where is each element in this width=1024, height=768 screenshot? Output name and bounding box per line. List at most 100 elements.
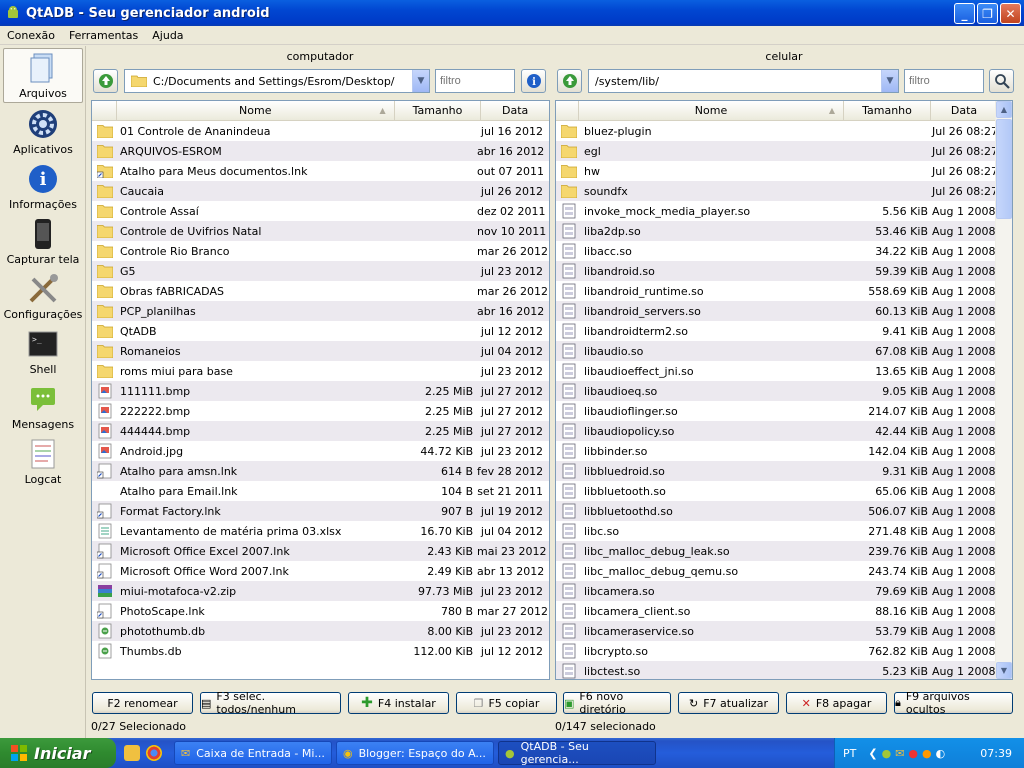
copy-button[interactable]: ❐ F5 copiar [456,692,557,714]
table-row[interactable]: Caucaia jul 26 2012 [92,181,549,201]
header-size[interactable]: Tamanho [844,101,931,121]
table-row[interactable]: 444444.bmp 2.25 MiB jul 27 2012 [92,421,549,441]
table-row[interactable]: Atalho para Email.lnk 104 Bset 21 2011 [92,481,549,501]
table-row[interactable]: libandroid_runtime.so 558.69 KiB Aug 1 200… [556,281,1012,301]
delete-button[interactable]: ✕ F8 apagar [786,692,887,714]
sidebar-item-arquivos[interactable]: Arquivos [3,48,83,103]
table-row[interactable]: libaudioflinger.so 214.07 KiB Aug 1 2008 [556,401,1012,421]
new-folder-button[interactable]: ▣ F6 novo diretório [563,690,671,716]
table-row[interactable]: PCP_planilhas abr 16 2012 [92,301,549,321]
table-row[interactable]: liba2dp.so 53.46 KiB Aug 1 2008 [556,221,1012,241]
header-date[interactable]: Data [481,101,549,121]
sidebar-item-logcat[interactable]: Logcat [3,433,83,488]
scroll-up-arrow[interactable]: ▲ [996,101,1012,118]
table-row[interactable]: Levantamento de matéria prima 03.xlsx 16.… [92,521,549,541]
table-row[interactable]: libc.so 271.48 KiB Aug 1 2008 [556,521,1012,541]
table-row[interactable]: libandroid.so 59.39 KiB Aug 1 2008 [556,261,1012,281]
android-tray-icon[interactable]: ● [882,747,892,760]
alert-tray-icon[interactable]: ● [908,747,918,760]
sidebar-item-informacoes[interactable]: i Informações [3,158,83,213]
language-indicator[interactable]: PT [843,747,856,760]
select-all-button[interactable]: ▤ F3 selec. todos/nenhum [200,690,341,716]
table-row[interactable]: libaudioeq.so 9.05 KiB Aug 1 2008 [556,381,1012,401]
table-row[interactable]: ARQUIVOS-ESROM abr 16 2012 [92,141,549,161]
rename-button[interactable]: F2 renomear [92,692,193,714]
table-row[interactable]: Romaneios jul 04 2012 [92,341,549,361]
table-row[interactable]: 222222.bmp 2.25 MiB jul 27 2012 [92,401,549,421]
menu-conexao[interactable]: Conexão [0,29,62,42]
header-date[interactable]: Data [931,101,997,121]
close-button[interactable]: ✕ [1000,3,1021,24]
table-row[interactable]: libc_malloc_debug_leak.so 239.76 KiB Aug 1… [556,541,1012,561]
table-row[interactable]: Microsoft Office Word 2007.lnk 2.49 KiB ab… [92,561,549,581]
table-row[interactable]: Controle de Uvifrios Natal nov 10 2011 [92,221,549,241]
table-row[interactable]: libandroidterm2.so 9.41 KiB Aug 1 2008 [556,321,1012,341]
hidden-files-button[interactable]: 🔒︎ F9 arquivos ocultos [894,690,1013,716]
table-row[interactable]: libbluedroid.so 9.31 KiB Aug 1 2008 [556,461,1012,481]
table-row[interactable]: invoke_mock_media_player.so 5.56 KiB Aug 1… [556,201,1012,221]
phone-scrollbar[interactable]: ▲ ▼ [995,101,1012,679]
table-row[interactable]: Obras fABRICADAS mar 26 2012 [92,281,549,301]
table-row[interactable]: Atalho para amsn.lnk 614 B fev 28 2012 [92,461,549,481]
table-row[interactable]: hw Jul 26 08:27 [556,161,1012,181]
minimize-button[interactable]: _ [954,3,975,24]
scroll-thumb[interactable] [996,119,1012,219]
phone-search-button[interactable] [989,69,1014,93]
table-row[interactable]: egl Jul 26 08:27 [556,141,1012,161]
maximize-button[interactable]: ❐ [977,3,998,24]
table-row[interactable]: libc_malloc_debug_qemu.so 243.74 KiB Aug 1… [556,561,1012,581]
table-row[interactable]: libcamera_client.so 88.16 KiB Aug 1 2008 [556,601,1012,621]
table-row[interactable]: G5 jul 23 2012 [92,261,549,281]
table-row[interactable]: libcamera.so 79.69 KiB Aug 1 2008 [556,581,1012,601]
expand-tray-icon[interactable]: ❮ [868,747,877,760]
table-row[interactable]: libbluetoothd.so 506.07 KiB Aug 1 2008 [556,501,1012,521]
table-row[interactable]: libcrypto.so 762.82 KiB Aug 1 2008 [556,641,1012,661]
table-row[interactable]: Format Factory.lnk 907 B jul 19 2012 [92,501,549,521]
sidebar-item-aplicativos[interactable]: Aplicativos [3,103,83,158]
scroll-down-arrow[interactable]: ▼ [996,662,1012,679]
table-row[interactable]: miui-motafoca-v2.zip 97.73 MiB jul 23 2012 [92,581,549,601]
table-row[interactable]: Controle Rio Branco mar 26 2012 [92,241,549,261]
phone-up-button[interactable] [557,69,582,93]
chevron-down-icon[interactable]: ▼ [881,70,898,92]
volume-tray-icon[interactable]: ◐ [936,747,946,760]
table-row[interactable]: libaudio.so 67.08 KiB Aug 1 2008 [556,341,1012,361]
table-row[interactable]: soundfx Jul 26 08:27 [556,181,1012,201]
sidebar-item-mensagens[interactable]: Mensagens [3,378,83,433]
header-name[interactable]: Nome ▲ [579,101,844,121]
table-row[interactable]: bluez-plugin Jul 26 08:27 [556,121,1012,141]
taskbar-item-blogger[interactable]: ◉ Blogger: Espaço do A... [336,741,494,765]
mail-icon[interactable] [124,745,140,761]
table-row[interactable]: Microsoft Office Excel 2007.lnk 2.43 KiB m… [92,541,549,561]
computer-path-combo[interactable]: C:/Documents and Settings/Esrom/Desktop/… [124,69,430,93]
table-row[interactable]: Atalho para Meus documentos.lnk out 07 20… [92,161,549,181]
sidebar-item-shell[interactable]: >_ Shell [3,323,83,378]
computer-up-button[interactable] [93,69,118,93]
table-row[interactable]: Android.jpg 44.72 KiB jul 23 2012 [92,441,549,461]
table-row[interactable]: 01 Controle de Ananindeua jul 16 2012 [92,121,549,141]
table-row[interactable]: Controle Assaí dez 02 2011 [92,201,549,221]
taskbar-item-qtadb[interactable]: ● QtADB - Seu gerencia... [498,740,656,766]
start-button[interactable]: Iniciar [0,738,116,768]
menu-ajuda[interactable]: Ajuda [145,29,190,42]
table-row[interactable]: libacc.so 34.22 KiB Aug 1 2008 [556,241,1012,261]
table-row[interactable]: roms miui para base jul 23 2012 [92,361,549,381]
computer-info-button[interactable]: i [521,69,546,93]
table-row[interactable]: photothumb.db 8.00 KiB jul 23 2012 [92,621,549,641]
sidebar-item-configuracoes[interactable]: Configurações [3,268,83,323]
taskbar-item-mail[interactable]: ✉ Caixa de Entrada - Mi... [174,741,332,765]
computer-filter-input[interactable] [435,69,515,93]
table-row[interactable]: Thumbs.db 112.00 KiB jul 12 2012 [92,641,549,661]
mail-tray-icon[interactable]: ✉ [895,747,904,760]
header-name[interactable]: Nome ▲ [117,101,395,121]
menu-ferramentas[interactable]: Ferramentas [62,29,145,42]
table-row[interactable]: libaudioeffect_jni.so 13.65 KiB Aug 1 2008 [556,361,1012,381]
chevron-down-icon[interactable]: ▼ [412,70,429,92]
header-size[interactable]: Tamanho [395,101,482,121]
phone-filter-input[interactable] [904,69,984,93]
sidebar-item-capturar-tela[interactable]: Capturar tela [3,213,83,268]
refresh-button[interactable]: ↻ F7 atualizar [678,692,779,714]
table-row[interactable]: QtADB jul 12 2012 [92,321,549,341]
table-row[interactable]: PhotoScape.lnk 780 B mar 27 2012 [92,601,549,621]
table-row[interactable]: libbinder.so 142.04 KiB Aug 1 2008 [556,441,1012,461]
